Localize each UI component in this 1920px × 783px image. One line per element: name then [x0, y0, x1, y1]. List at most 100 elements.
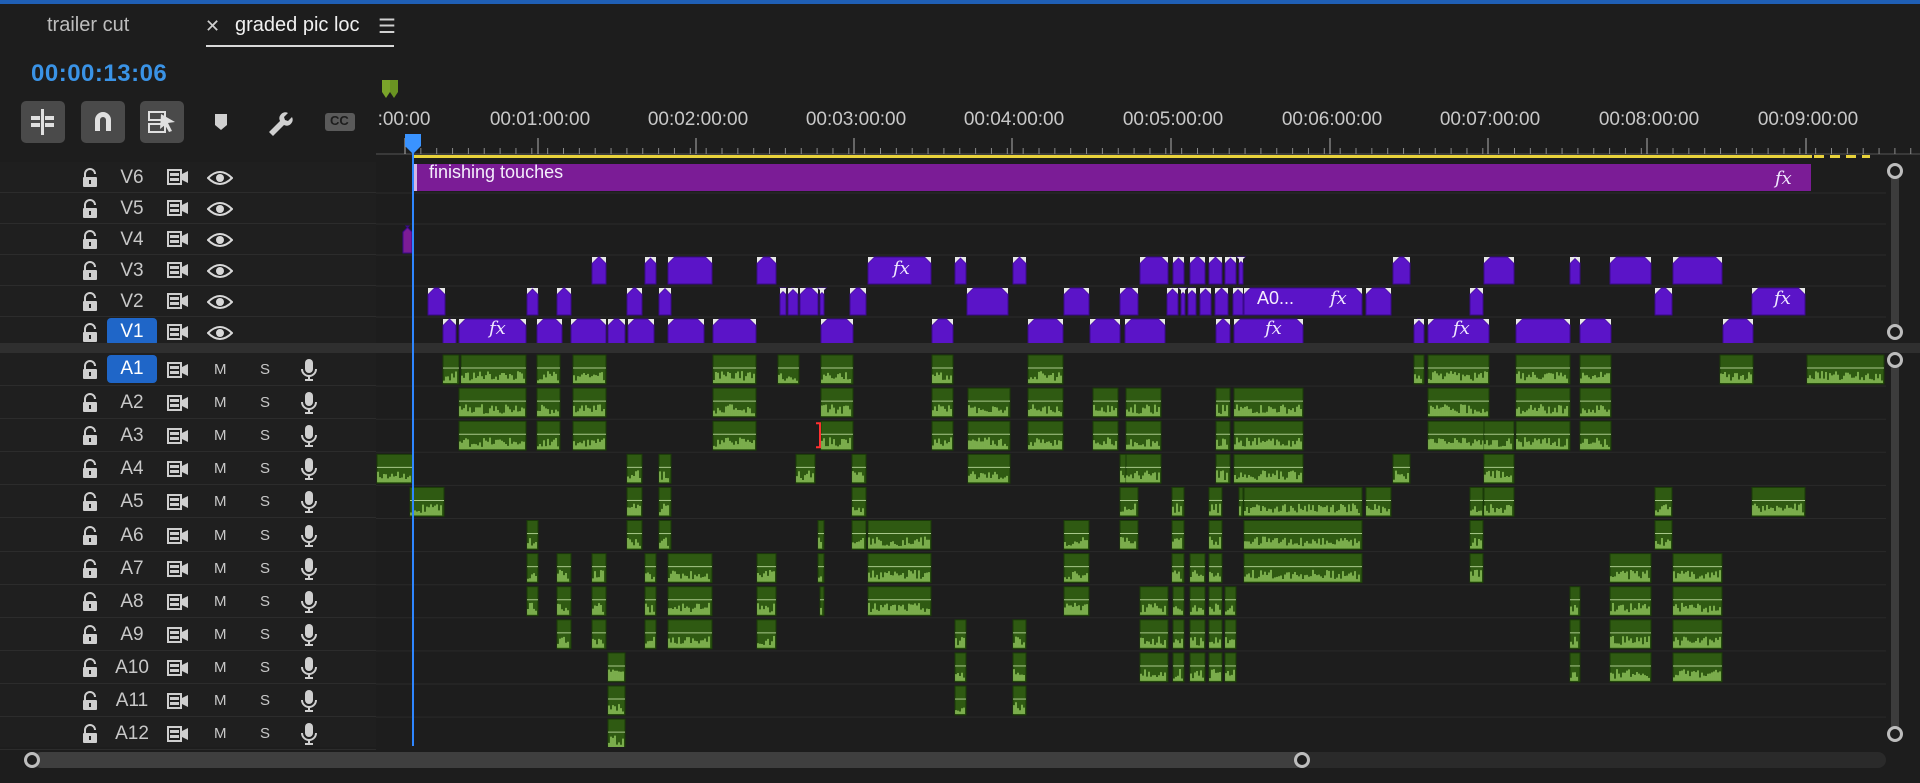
mute-button[interactable]: M	[214, 527, 227, 544]
microphone-icon[interactable]	[301, 524, 317, 553]
filmstrip-icon[interactable]	[167, 692, 189, 715]
track-target-a9[interactable]: A9	[107, 624, 157, 646]
video-scroll-top-knob[interactable]	[1887, 163, 1903, 179]
track-target-v2[interactable]: V2	[107, 291, 157, 313]
lock-icon[interactable]	[82, 558, 98, 584]
fx-badge[interactable]: fx	[1330, 288, 1347, 309]
mute-button[interactable]: M	[214, 361, 227, 378]
in-out-marker-icon[interactable]	[381, 80, 407, 100]
track-target-v4[interactable]: V4	[107, 229, 157, 251]
filmstrip-icon[interactable]	[167, 593, 189, 616]
close-tab-icon[interactable]: ✕	[205, 16, 220, 37]
track-target-a5[interactable]: A5	[107, 491, 157, 513]
audio-scroll-top-knob[interactable]	[1887, 352, 1903, 368]
track-target-a2[interactable]: A2	[107, 392, 157, 414]
eye-icon[interactable]	[206, 263, 234, 284]
lock-icon[interactable]	[82, 426, 98, 451]
video-vertical-scrollbar[interactable]	[1891, 172, 1899, 332]
eye-icon[interactable]	[206, 201, 234, 222]
track-target-a4[interactable]: A4	[107, 458, 157, 480]
microphone-icon[interactable]	[301, 490, 317, 519]
solo-button[interactable]: S	[260, 725, 270, 742]
insert-overwrite-button[interactable]	[21, 101, 65, 143]
captions-button[interactable]: CC	[318, 101, 362, 143]
microphone-icon[interactable]	[301, 557, 317, 586]
solo-button[interactable]: S	[260, 361, 270, 378]
fx-badge[interactable]: fx	[489, 318, 506, 339]
filmstrip-icon[interactable]	[167, 168, 189, 191]
timeline-settings-button[interactable]	[258, 101, 302, 143]
track-target-a12[interactable]: A12	[107, 723, 157, 745]
track-target-v3[interactable]: V3	[107, 260, 157, 282]
fx-badge[interactable]: fx	[893, 258, 910, 279]
filmstrip-icon[interactable]	[167, 527, 189, 550]
microphone-icon[interactable]	[301, 457, 317, 486]
mute-button[interactable]: M	[214, 460, 227, 477]
tab-trailer-cut[interactable]: trailer cut	[47, 14, 129, 37]
snap-button[interactable]	[81, 101, 125, 143]
mute-button[interactable]: M	[214, 394, 227, 411]
filmstrip-icon[interactable]	[167, 394, 189, 417]
lock-icon[interactable]	[82, 691, 98, 716]
tab-graded-pic-loc[interactable]: graded pic loc	[235, 14, 360, 37]
lock-icon[interactable]	[82, 199, 98, 224]
filmstrip-icon[interactable]	[167, 199, 189, 222]
filmstrip-icon[interactable]	[167, 626, 189, 649]
lock-icon[interactable]	[82, 591, 98, 617]
filmstrip-icon[interactable]	[167, 493, 189, 516]
panel-menu-icon[interactable]: ☰	[378, 14, 396, 39]
lock-icon[interactable]	[82, 292, 98, 317]
linked-selection-button[interactable]	[140, 101, 184, 143]
track-target-v5[interactable]: V5	[107, 198, 157, 220]
filmstrip-icon[interactable]	[167, 427, 189, 450]
microphone-icon[interactable]	[301, 424, 317, 453]
audio-scroll-bottom-knob[interactable]	[1887, 726, 1903, 742]
solo-button[interactable]: S	[260, 460, 270, 477]
lock-icon[interactable]	[82, 492, 98, 517]
filmstrip-icon[interactable]	[167, 560, 189, 583]
mute-button[interactable]: M	[214, 427, 227, 444]
lock-icon[interactable]	[82, 168, 98, 193]
mute-button[interactable]: M	[214, 659, 227, 676]
clips-layer[interactable]	[376, 162, 1886, 747]
mute-button[interactable]: M	[214, 493, 227, 510]
mute-button[interactable]: M	[214, 692, 227, 709]
lock-icon[interactable]	[82, 261, 98, 286]
solo-button[interactable]: S	[260, 692, 270, 709]
solo-button[interactable]: S	[260, 659, 270, 676]
eye-icon[interactable]	[206, 294, 234, 315]
lock-icon[interactable]	[82, 459, 98, 484]
audio-vertical-scrollbar[interactable]	[1891, 362, 1899, 734]
lock-icon[interactable]	[82, 624, 98, 650]
track-target-a11[interactable]: A11	[107, 690, 157, 712]
filmstrip-icon[interactable]	[167, 292, 189, 315]
track-target-a7[interactable]: A7	[107, 558, 157, 580]
solo-button[interactable]: S	[260, 493, 270, 510]
zoom-right-knob[interactable]	[1294, 752, 1310, 768]
solo-button[interactable]: S	[260, 626, 270, 643]
lock-icon[interactable]	[82, 724, 98, 749]
filmstrip-icon[interactable]	[167, 230, 189, 253]
playhead-timecode[interactable]: 00:00:13:06	[31, 60, 167, 88]
mute-button[interactable]: M	[214, 593, 227, 610]
fx-badge[interactable]: fx	[1775, 168, 1792, 189]
lock-icon[interactable]	[82, 525, 98, 551]
lock-icon[interactable]	[82, 393, 98, 418]
microphone-icon[interactable]	[301, 623, 317, 652]
track-target-a1[interactable]: A1	[107, 355, 157, 383]
eye-icon[interactable]	[206, 170, 234, 191]
microphone-icon[interactable]	[301, 590, 317, 619]
filmstrip-icon[interactable]	[167, 361, 189, 384]
lock-icon[interactable]	[82, 360, 98, 385]
track-target-a8[interactable]: A8	[107, 591, 157, 613]
video-scroll-bottom-knob[interactable]	[1887, 324, 1903, 340]
tracks-area[interactable]	[376, 162, 1886, 747]
microphone-icon[interactable]	[301, 722, 317, 751]
filmstrip-icon[interactable]	[167, 659, 189, 682]
fx-badge[interactable]: fx	[1774, 288, 1791, 309]
solo-button[interactable]: S	[260, 593, 270, 610]
track-target-v1[interactable]: V1	[107, 318, 157, 346]
zoom-left-knob[interactable]	[24, 752, 40, 768]
mute-button[interactable]: M	[214, 725, 227, 742]
solo-button[interactable]: S	[260, 527, 270, 544]
